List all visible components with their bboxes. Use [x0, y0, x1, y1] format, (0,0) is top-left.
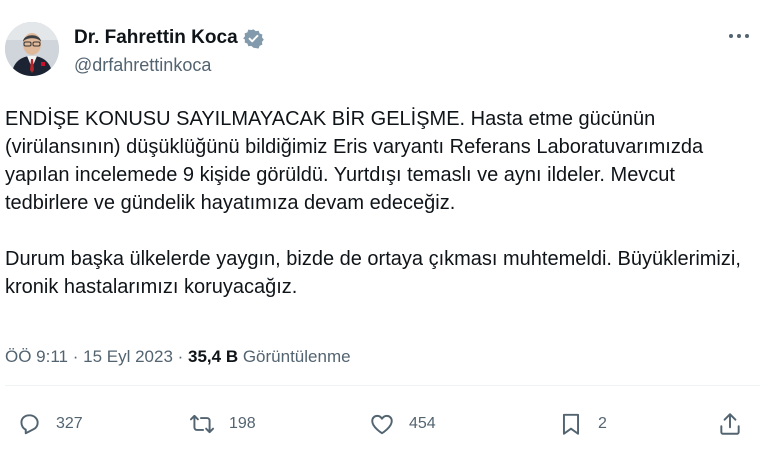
retweet-count: 198	[229, 415, 256, 432]
profile-photo	[5, 22, 59, 76]
retweet-icon	[189, 414, 215, 434]
tweet-meta: ÖÖ 9:11 · 15 Eyl 2023 · 35,4 B Görüntüle…	[5, 347, 351, 367]
meta-separator: ·	[68, 347, 84, 366]
reply-icon	[20, 414, 39, 435]
author-name-row: Dr. Fahrettin Koca	[74, 27, 264, 49]
tweet-date[interactable]: 15 Eyl 2023	[83, 347, 173, 366]
share-button[interactable]	[717, 410, 743, 438]
like-count: 454	[409, 415, 436, 432]
more-button[interactable]	[724, 24, 754, 48]
meta-separator: ·	[172, 347, 189, 366]
tweet-card: Dr. Fahrettin Koca @drfahrettinkoca ENDİ…	[0, 0, 768, 457]
bookmark-count: 2	[598, 415, 607, 432]
bookmark-button[interactable]: 2	[558, 410, 607, 438]
retweet-button[interactable]: 198	[189, 410, 256, 438]
more-dots-icon	[729, 34, 749, 38]
divider	[5, 385, 760, 386]
bookmark-icon	[562, 413, 580, 435]
views-count[interactable]: 35,4 B	[188, 347, 238, 366]
avatar[interactable]	[5, 22, 59, 76]
tweet-time[interactable]: ÖÖ 9:11	[5, 347, 68, 366]
share-icon	[720, 413, 740, 435]
heart-icon	[371, 414, 393, 435]
author-name[interactable]: Dr. Fahrettin Koca	[74, 27, 238, 49]
author-handle[interactable]: @drfahrettinkoca	[74, 55, 211, 76]
reply-button[interactable]: 327	[16, 410, 83, 438]
verified-badge-icon	[242, 28, 264, 49]
like-button[interactable]: 454	[369, 410, 436, 438]
tweet-paragraph-1: ENDİŞE KONUSU SAYILMAYACAK BİR GELİŞME. …	[5, 108, 704, 214]
views-label: Görüntülenme	[238, 347, 351, 366]
tweet-text: ENDİŞE KONUSU SAYILMAYACAK BİR GELİŞME. …	[5, 105, 760, 301]
reply-count: 327	[56, 415, 83, 432]
tweet-paragraph-2: Durum başka ülkelerde yaygın, bizde de o…	[5, 248, 741, 298]
